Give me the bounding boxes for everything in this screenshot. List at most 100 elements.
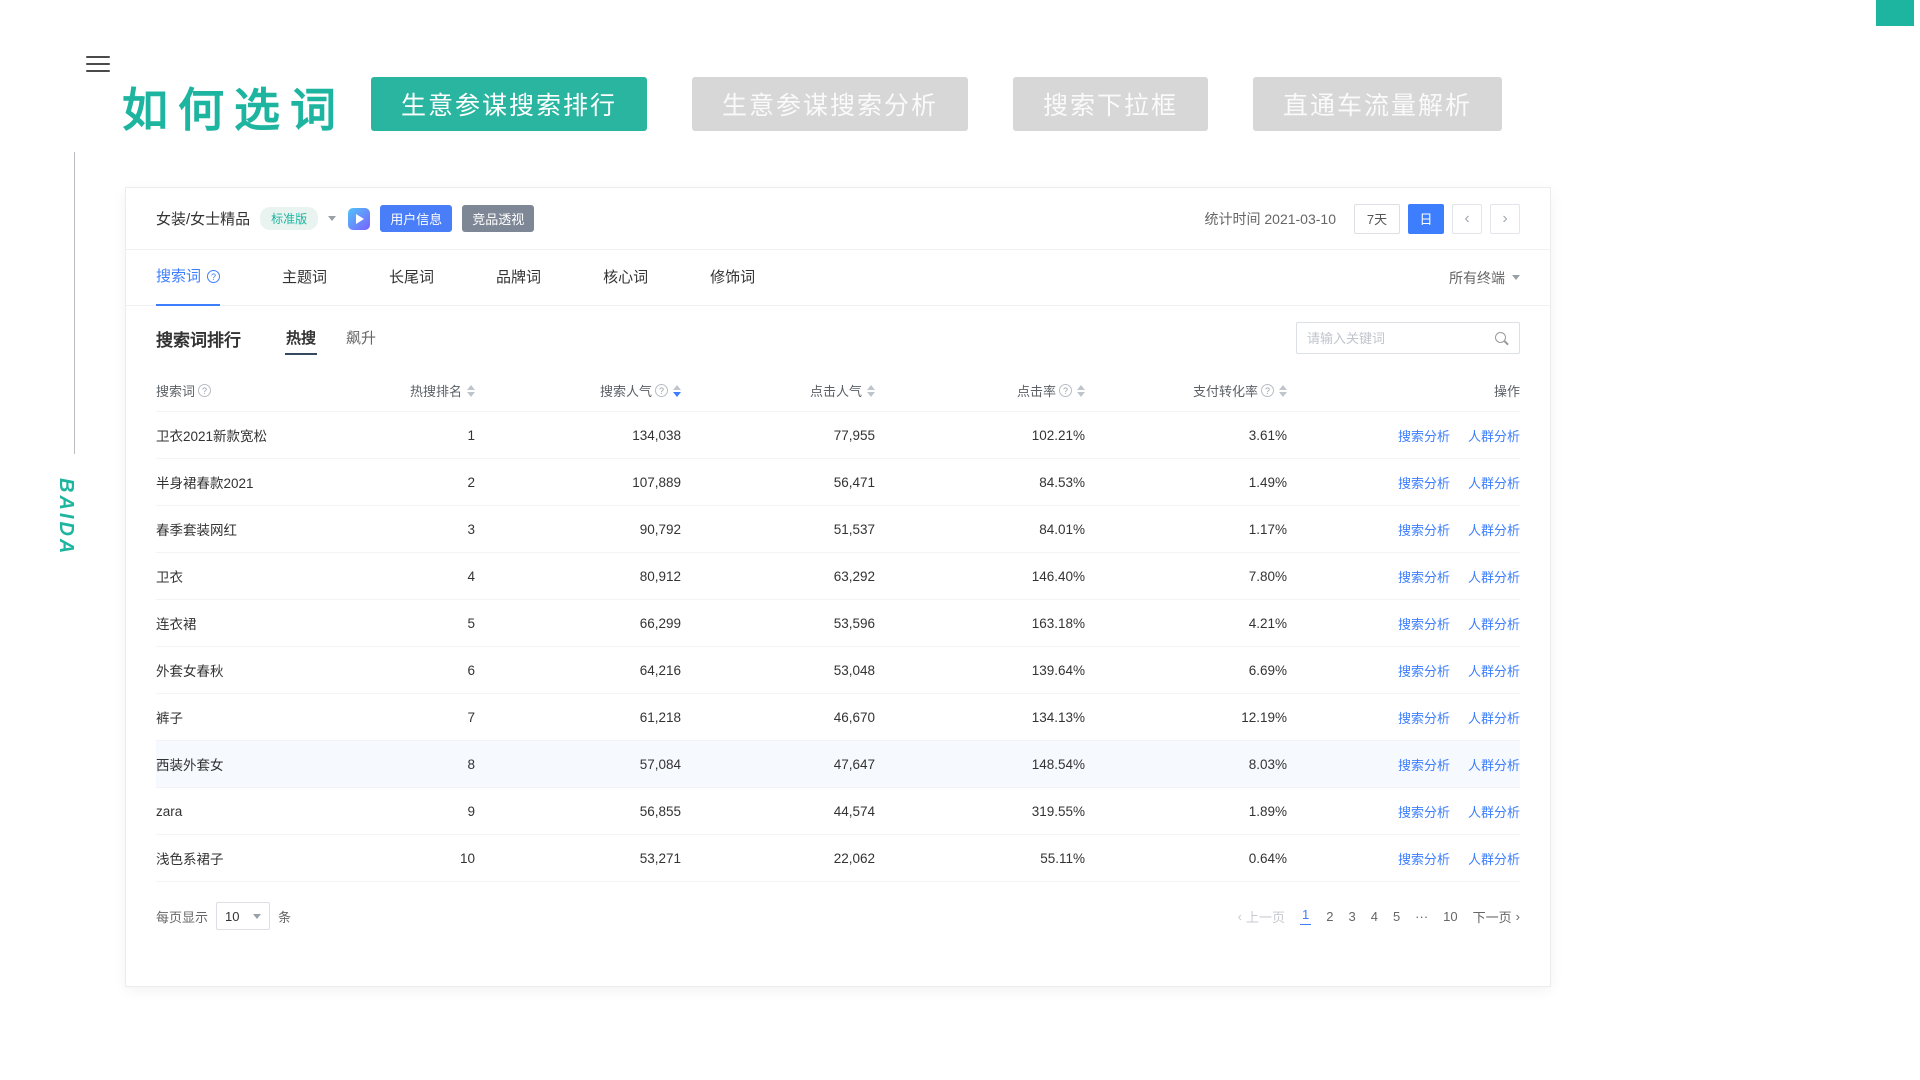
per-page-value: 10 — [225, 909, 239, 924]
top-tab-search-ranking[interactable]: 生意参谋搜索排行 — [371, 77, 647, 131]
category-selector[interactable]: 女装/女士精品 — [156, 208, 250, 229]
row-click-rate: 84.01% — [875, 522, 1085, 537]
search-words-table: 搜索词 ? 热搜排名 搜索人气 ? 点击人气 点击率 ? 支 — [156, 370, 1520, 882]
col-header-keyword[interactable]: 搜索词 ? — [156, 381, 386, 400]
crowd-analysis-link[interactable]: 人群分析 — [1468, 567, 1520, 586]
search-input[interactable] — [1307, 331, 1494, 346]
help-icon[interactable]: ? — [655, 384, 668, 397]
row-rank: 5 — [386, 616, 475, 631]
col-header-click-popularity[interactable]: 点击人气 — [681, 381, 875, 400]
table-row[interactable]: 西装外套女 8 57,084 47,647 148.54% 8.03% 搜索分析… — [156, 741, 1520, 788]
table-row[interactable]: 春季套装网红 3 90,792 51,537 84.01% 1.17% 搜索分析… — [156, 506, 1520, 553]
row-rank: 7 — [386, 710, 475, 725]
table-row[interactable]: 浅色系裙子 10 53,271 22,062 55.11% 0.64% 搜索分析… — [156, 835, 1520, 882]
row-rank: 6 — [386, 663, 475, 678]
tab-search-words[interactable]: 搜索词 ? — [156, 250, 220, 306]
top-tab-search-dropdown[interactable]: 搜索下拉框 — [1013, 77, 1208, 131]
sort-icon[interactable] — [867, 385, 875, 397]
row-keyword: 卫衣 — [156, 566, 386, 586]
table-row[interactable]: 卫衣 4 80,912 63,292 146.40% 7.80% 搜索分析 人群… — [156, 553, 1520, 600]
range-day-button[interactable]: 日 — [1408, 204, 1444, 234]
sort-icon[interactable] — [1077, 385, 1085, 397]
range-7day-button[interactable]: 7天 — [1354, 204, 1400, 234]
help-icon[interactable]: ? — [198, 384, 211, 397]
crowd-analysis-link[interactable]: 人群分析 — [1468, 473, 1520, 492]
terminal-selector[interactable]: 所有终端 — [1449, 268, 1520, 288]
sort-icon[interactable] — [467, 385, 475, 397]
sort-icon[interactable] — [1279, 385, 1287, 397]
table-row[interactable]: 连衣裙 5 66,299 53,596 163.18% 4.21% 搜索分析 人… — [156, 600, 1520, 647]
table-row[interactable]: 卫衣2021新款宽松 1 134,038 77,955 102.21% 3.61… — [156, 412, 1520, 459]
per-page-select[interactable]: 10 — [216, 902, 270, 930]
search-analysis-link[interactable]: 搜索分析 — [1398, 426, 1450, 445]
table-row[interactable]: 裤子 7 61,218 46,670 134.13% 12.19% 搜索分析 人… — [156, 694, 1520, 741]
help-icon[interactable]: ? — [207, 270, 220, 283]
tab-modifier-words[interactable]: 修饰词 — [710, 250, 755, 306]
user-info-badge[interactable]: 用户信息 — [380, 205, 452, 232]
next-page-button[interactable]: 下一页 › — [1473, 907, 1520, 926]
search-analysis-link[interactable]: 搜索分析 — [1398, 755, 1450, 774]
search-analysis-link[interactable]: 搜索分析 — [1398, 661, 1450, 680]
section-row: 搜索词排行 热搜 飙升 — [126, 306, 1550, 370]
menu-icon[interactable] — [86, 56, 110, 77]
next-date-button[interactable]: › — [1490, 204, 1520, 234]
table-row[interactable]: 半身裙春款2021 2 107,889 56,471 84.53% 1.49% … — [156, 459, 1520, 506]
col-header-click-rate[interactable]: 点击率 ? — [875, 381, 1085, 400]
crowd-analysis-link[interactable]: 人群分析 — [1468, 426, 1520, 445]
top-tab-search-analysis[interactable]: 生意参谋搜索分析 — [692, 77, 968, 131]
col-header-search-popularity[interactable]: 搜索人气 ? — [475, 381, 681, 400]
row-click-rate: 139.64% — [875, 663, 1085, 678]
table-row[interactable]: zara 9 56,855 44,574 319.55% 1.89% 搜索分析 … — [156, 788, 1520, 835]
crowd-analysis-link[interactable]: 人群分析 — [1468, 614, 1520, 633]
keyword-searchbox — [1296, 322, 1520, 354]
page-button-4[interactable]: 4 — [1371, 909, 1378, 924]
tab-longtail-words[interactable]: 长尾词 — [389, 250, 434, 306]
page-button-2[interactable]: 2 — [1326, 909, 1333, 924]
page-button-10[interactable]: 10 — [1443, 909, 1457, 924]
row-conversion-rate: 1.49% — [1085, 475, 1287, 490]
search-icon[interactable] — [1494, 331, 1509, 346]
col-header-rank[interactable]: 热搜排名 — [386, 381, 475, 400]
next-arrow-icon: › — [1516, 909, 1520, 924]
tab-topic-words[interactable]: 主题词 — [282, 250, 327, 306]
search-analysis-link[interactable]: 搜索分析 — [1398, 614, 1450, 633]
search-analysis-link[interactable]: 搜索分析 — [1398, 567, 1450, 586]
competitor-badge[interactable]: 竞品透视 — [462, 205, 534, 232]
subtab-rising[interactable]: 飙升 — [345, 322, 377, 355]
analytics-panel: 女装/女士精品 标准版 用户信息 竞品透视 统计时间 2021-03-10 7天… — [126, 188, 1550, 986]
crowd-analysis-link[interactable]: 人群分析 — [1468, 755, 1520, 774]
search-analysis-link[interactable]: 搜索分析 — [1398, 849, 1450, 868]
row-click-rate: 146.40% — [875, 569, 1085, 584]
top-tab-ztc-traffic[interactable]: 直通车流量解析 — [1253, 77, 1502, 131]
search-analysis-link[interactable]: 搜索分析 — [1398, 473, 1450, 492]
sort-icon-active[interactable] — [673, 385, 681, 397]
row-rank: 4 — [386, 569, 475, 584]
corner-accent — [1876, 0, 1914, 26]
per-page-unit: 条 — [278, 907, 291, 926]
crowd-analysis-link[interactable]: 人群分析 — [1468, 802, 1520, 821]
page-button-1[interactable]: 1 — [1300, 907, 1311, 925]
crowd-analysis-link[interactable]: 人群分析 — [1468, 520, 1520, 539]
page-button-5[interactable]: 5 — [1393, 909, 1400, 924]
row-rank: 2 — [386, 475, 475, 490]
page-ellipsis[interactable]: ··· — [1415, 909, 1428, 924]
tab-brand-words[interactable]: 品牌词 — [496, 250, 541, 306]
search-analysis-link[interactable]: 搜索分析 — [1398, 520, 1450, 539]
help-icon[interactable]: ? — [1059, 384, 1072, 397]
prev-page-button[interactable]: ‹ 上一页 — [1238, 907, 1285, 926]
crowd-analysis-link[interactable]: 人群分析 — [1468, 849, 1520, 868]
table-row[interactable]: 外套女春秋 6 64,216 53,048 139.64% 6.69% 搜索分析… — [156, 647, 1520, 694]
subtab-hot-search[interactable]: 热搜 — [285, 322, 317, 355]
crowd-analysis-link[interactable]: 人群分析 — [1468, 661, 1520, 680]
help-icon[interactable]: ? — [1261, 384, 1274, 397]
crowd-analysis-link[interactable]: 人群分析 — [1468, 708, 1520, 727]
row-search-popularity: 57,084 — [475, 757, 681, 772]
col-header-conversion-rate[interactable]: 支付转化率 ? — [1085, 381, 1287, 400]
search-analysis-link[interactable]: 搜索分析 — [1398, 708, 1450, 727]
prev-date-button[interactable]: ‹ — [1452, 204, 1482, 234]
chevron-down-icon[interactable] — [328, 216, 336, 221]
tab-core-words[interactable]: 核心词 — [603, 250, 648, 306]
page-button-3[interactable]: 3 — [1348, 909, 1355, 924]
search-analysis-link[interactable]: 搜索分析 — [1398, 802, 1450, 821]
brand-logo: BAIDA — [54, 478, 77, 556]
